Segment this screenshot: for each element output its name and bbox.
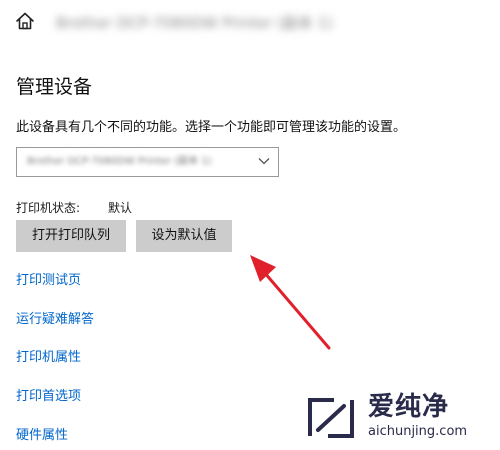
watermark-url: aichunjing.com [368, 424, 468, 439]
set-default-button[interactable]: 设为默认值 [136, 220, 232, 252]
printer-status: 打印机状态: 默认 [16, 200, 132, 216]
chevron-down-icon [258, 158, 270, 165]
printer-properties-link[interactable]: 打印机属性 [16, 349, 81, 367]
manage-device-page: Brother DCP-7080DW Printer (副本 1) 管理设备 此… [0, 0, 500, 450]
device-select[interactable]: Brother DCP-7080DW Printer (副本 1) [16, 147, 279, 177]
red-arrow-annotation [250, 255, 331, 350]
page-title: 管理设备 [16, 76, 93, 98]
hardware-properties-link[interactable]: 硬件属性 [16, 427, 68, 445]
watermark: 爱纯净 aichunjing.com [300, 392, 496, 446]
page-description: 此设备具有几个不同的功能。选择一个功能即可管理该功能的设置。 [16, 120, 407, 135]
open-print-queue-button[interactable]: 打开打印队列 [16, 220, 126, 252]
run-troubleshooter-link[interactable]: 运行疑难解答 [16, 311, 94, 329]
window-title: Brother DCP-7080DW Printer (副本 1) [56, 14, 334, 32]
aichunjing-logo-icon [308, 398, 354, 438]
print-test-page-link[interactable]: 打印测试页 [16, 272, 81, 290]
printer-status-value: 默认 [108, 201, 133, 215]
device-select-value: Brother DCP-7080DW Printer (副本 1) [27, 156, 212, 167]
watermark-name: 爱纯净 [368, 392, 450, 422]
printing-preferences-link[interactable]: 打印首选项 [16, 388, 81, 406]
home-icon[interactable] [14, 10, 36, 32]
printer-status-label: 打印机状态: [16, 201, 81, 215]
